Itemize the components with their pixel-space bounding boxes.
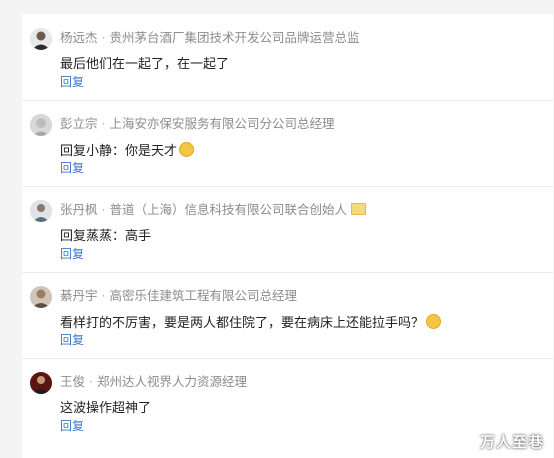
separator: · <box>101 30 106 45</box>
separator: · <box>101 288 106 303</box>
author-name[interactable]: 张丹枫 <box>60 202 98 217</box>
comment-header: 彭立宗 · 上海安亦保安服务有限公司分公司总经理 <box>60 115 335 133</box>
comment-body: 回复蒸蒸：高手 <box>60 229 152 244</box>
smile-emoji-icon <box>179 142 195 157</box>
author-title: 郑州达人视界人力资源经理 <box>97 374 248 389</box>
envelope-badge-icon <box>351 203 367 215</box>
comment-item: 彭立宗 · 上海安亦保安服务有限公司分公司总经理 回复小静：你是天才 回复 <box>22 100 553 187</box>
comment-body: 回复小静：你是天才 <box>60 144 178 159</box>
laugh-emoji-icon <box>426 314 442 329</box>
reply-button[interactable]: 回复 <box>60 332 84 348</box>
reply-button[interactable]: 回复 <box>60 246 84 262</box>
author-name[interactable]: 王俊 <box>60 374 85 389</box>
comment-header: 綦丹宇 · 高密乐佳建筑工程有限公司总经理 <box>60 287 297 305</box>
separator: · <box>89 374 93 389</box>
comment-body: 这波操作超神了 <box>60 401 152 416</box>
avatar[interactable] <box>30 200 52 222</box>
reply-button[interactable]: 回复 <box>60 418 84 434</box>
watermark: 万人至巷 <box>479 433 544 451</box>
comment-item: 杨远杰 · 贵州茅台酒厂集团技术开发公司品牌运营总监 最后他们在一起了，在一起了 回… <box>22 14 553 101</box>
comment-header: 王俊 · 郑州达人视界人力资源经理 <box>60 373 247 391</box>
comment-item: 王俊 · 郑州达人视界人力资源经理 这波操作超神了 回复 <box>22 358 553 458</box>
author-title: 高密乐佳建筑工程有限公司总经理 <box>109 288 298 303</box>
comment-text: 看样打的不厉害，要是两人都住院了，要在病床上还能拉手吗？ <box>60 314 442 333</box>
comment-list: 杨远杰 · 贵州茅台酒厂集团技术开发公司品牌运营总监 最后他们在一起了，在一起了 回… <box>22 14 553 458</box>
comment-text: 最后他们在一起了，在一起了 <box>60 56 229 74</box>
author-name[interactable]: 彭立宗 <box>60 116 98 131</box>
author-name[interactable]: 綦丹宇 <box>60 288 98 303</box>
author-title: 贵州茅台酒厂集团技术开发公司品牌运营总监 <box>109 30 360 45</box>
avatar[interactable] <box>30 28 52 50</box>
author-name[interactable]: 杨远杰 <box>60 30 98 45</box>
reply-button[interactable]: 回复 <box>60 74 84 90</box>
author-title: 上海安亦保安服务有限公司分公司总经理 <box>109 116 335 131</box>
separator: · <box>101 202 106 217</box>
comment-header: 杨远杰 · 贵州茅台酒厂集团技术开发公司品牌运营总监 <box>60 29 360 47</box>
avatar[interactable] <box>30 372 52 394</box>
avatar[interactable] <box>30 286 52 308</box>
comment-body: 看样打的不厉害，要是两人都住院了，要在病床上还能拉手吗？ <box>60 316 425 331</box>
comment-body: 最后他们在一起了，在一起了 <box>60 57 230 72</box>
separator: · <box>101 116 106 131</box>
comment-text: 回复小静：你是天才 <box>60 142 195 161</box>
reply-button[interactable]: 回复 <box>60 160 84 176</box>
comment-text: 回复蒸蒸：高手 <box>60 228 151 246</box>
author-title: 普道（上海）信息科技有限公司联合创始人 <box>109 202 348 217</box>
comment-item: 张丹枫 · 普道（上海）信息科技有限公司联合创始人 回复蒸蒸：高手 回复 <box>22 186 553 273</box>
comment-text: 这波操作超神了 <box>60 400 151 418</box>
comment-header: 张丹枫 · 普道（上海）信息科技有限公司联合创始人 <box>60 201 367 219</box>
comment-item: 綦丹宇 · 高密乐佳建筑工程有限公司总经理 看样打的不厉害，要是两人都住院了，要在病… <box>22 272 553 359</box>
avatar[interactable] <box>30 114 52 136</box>
